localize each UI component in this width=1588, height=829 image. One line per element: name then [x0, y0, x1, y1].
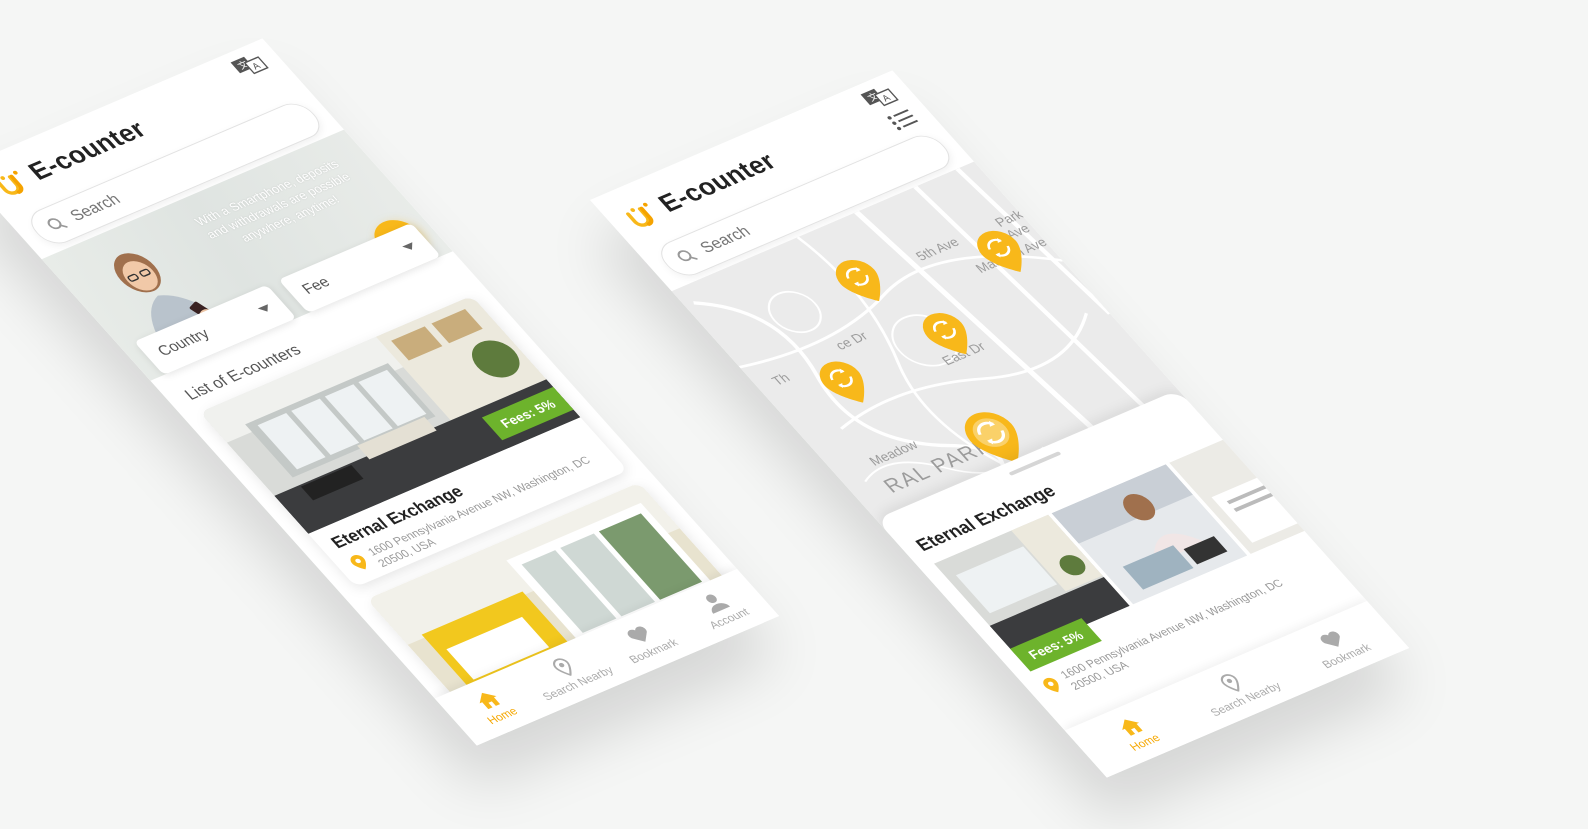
search-icon [677, 250, 698, 262]
location-pin-icon [350, 555, 367, 570]
translate-icon[interactable]: 文 A [228, 50, 273, 80]
home-screen: E-counter 文 A With a Smartphone, deposit… [0, 38, 780, 746]
logo-mark-icon [0, 170, 24, 195]
list-menu-icon[interactable] [884, 107, 921, 133]
country-dropdown-label: Country [154, 326, 214, 360]
location-pin-icon [1043, 678, 1059, 693]
fee-dropdown-label: Fee [299, 274, 334, 298]
caret-down-icon [401, 241, 417, 252]
map-screen: E-counter 文 A Search Th ce Dr East Dr 5t… [590, 70, 1410, 778]
caret-down-icon [257, 303, 273, 314]
translate-icon[interactable]: 文 A [858, 82, 903, 112]
search-icon [47, 218, 68, 230]
logo-mark-icon [625, 202, 654, 227]
